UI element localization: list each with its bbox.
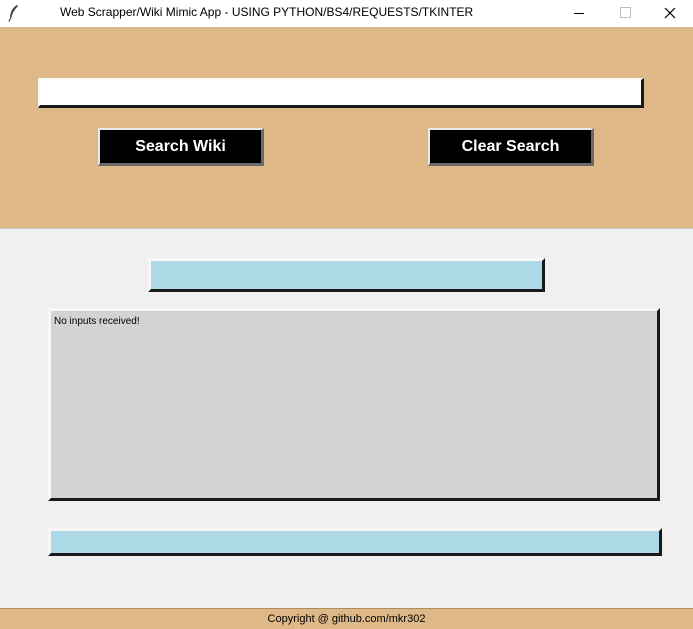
minimize-button[interactable] xyxy=(556,0,602,27)
clear-search-button[interactable]: Clear Search xyxy=(428,128,594,166)
search-header: Search Wiki Clear Search xyxy=(0,27,693,229)
result-content-box[interactable]: No inputs received! xyxy=(48,308,660,501)
search-wiki-button[interactable]: Search Wiki xyxy=(98,128,264,166)
minimize-icon xyxy=(574,13,584,14)
close-button[interactable] xyxy=(647,0,693,27)
app-window: Web Scrapper/Wiki Mimic App - USING PYTH… xyxy=(0,0,693,629)
maximize-icon xyxy=(620,7,631,18)
footer-bar: Copyright @ github.com/mkr302 xyxy=(0,608,693,629)
result-content-text: No inputs received! xyxy=(54,316,140,327)
close-icon xyxy=(664,7,676,19)
search-input[interactable] xyxy=(38,78,644,108)
result-link-field xyxy=(48,528,662,556)
result-title-field xyxy=(148,258,545,292)
feather-icon xyxy=(6,4,22,22)
maximize-button[interactable] xyxy=(602,0,648,27)
copyright-text: Copyright @ github.com/mkr302 xyxy=(267,613,426,625)
window-title: Web Scrapper/Wiki Mimic App - USING PYTH… xyxy=(60,5,474,19)
title-bar[interactable]: Web Scrapper/Wiki Mimic App - USING PYTH… xyxy=(0,0,693,27)
